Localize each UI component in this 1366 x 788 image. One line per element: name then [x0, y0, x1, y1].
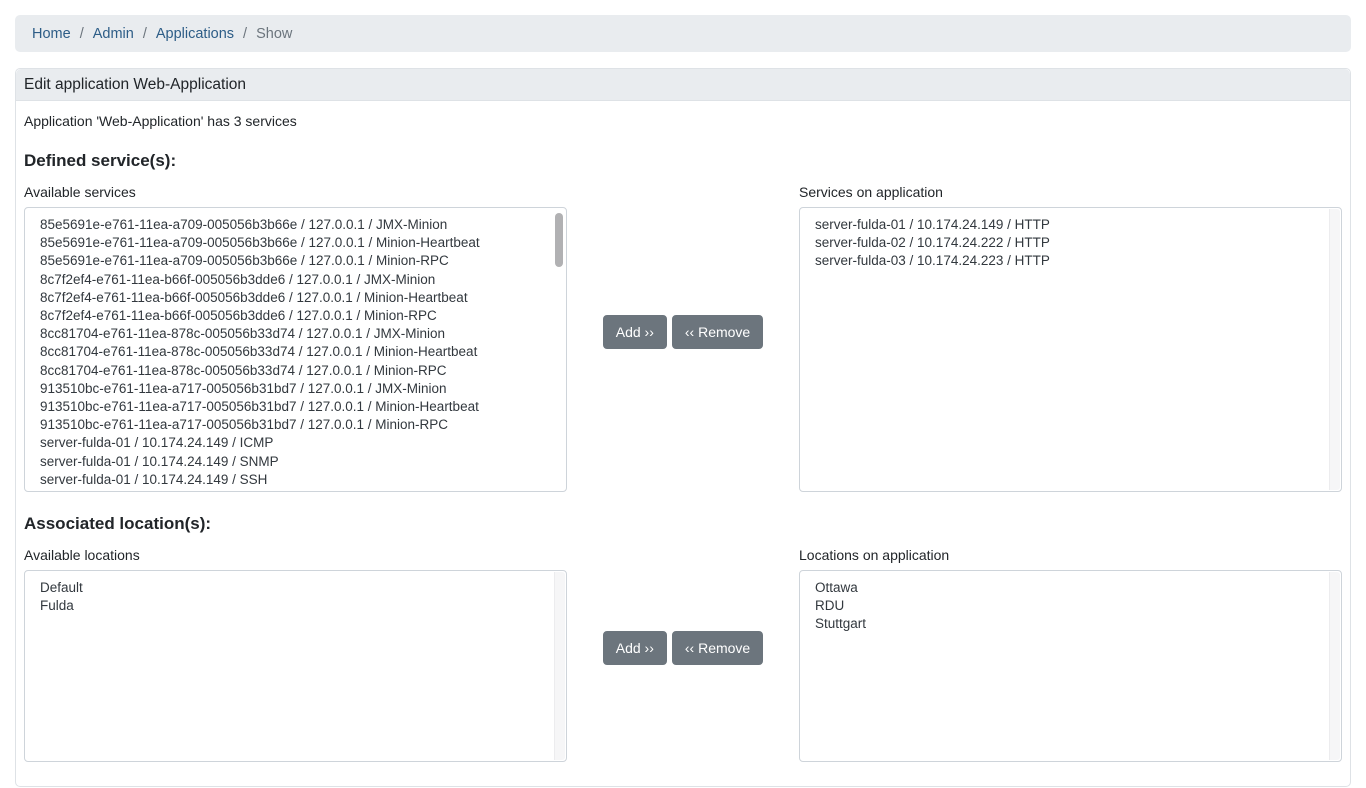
locations-on-application-label: Locations on application	[799, 547, 1342, 563]
available-locations-label: Available locations	[24, 547, 567, 563]
list-option[interactable]: Default	[40, 579, 552, 597]
list-option[interactable]: 913510bc-e761-11ea-a717-005056b31bd7 / 1…	[40, 380, 552, 398]
available-locations-column: Available locations DefaultFulda	[24, 534, 567, 762]
list-option[interactable]: 8c7f2ef4-e761-11ea-b66f-005056b3dde6 / 1…	[40, 289, 552, 307]
breadcrumb-link-applications[interactable]: Applications	[156, 26, 234, 42]
assigned-services-column: Services on application server-fulda-01 …	[799, 171, 1342, 492]
page: Home / Admin / Applications / Show Edit …	[0, 0, 1366, 787]
scrollbar-track[interactable]	[1329, 572, 1340, 760]
breadcrumb: Home / Admin / Applications / Show	[15, 15, 1351, 52]
list-option[interactable]: 913510bc-e761-11ea-a717-005056b31bd7 / 1…	[40, 416, 552, 434]
services-on-application-listbox[interactable]: server-fulda-01 / 10.174.24.149 / HTTPse…	[799, 207, 1342, 492]
list-option[interactable]: 8c7f2ef4-e761-11ea-b66f-005056b3dde6 / 1…	[40, 307, 552, 325]
services-remove-button[interactable]: ‹‹ Remove	[672, 315, 763, 349]
edit-application-panel: Edit application Web-Application Applica…	[15, 68, 1351, 787]
available-services-label: Available services	[24, 184, 567, 200]
breadcrumb-separator: /	[71, 26, 93, 42]
services-on-application-label: Services on application	[799, 184, 1342, 200]
list-option[interactable]: server-fulda-02 / 10.174.24.222 / HTTP	[815, 234, 1327, 252]
breadcrumb-link-admin[interactable]: Admin	[93, 26, 134, 42]
list-option[interactable]: 8cc81704-e761-11ea-878c-005056b33d74 / 1…	[40, 325, 552, 343]
list-option[interactable]: server-fulda-01 / 10.174.24.149 / SSH	[40, 471, 552, 489]
list-option[interactable]: server-fulda-01 / 10.174.24.149 / HTTP	[815, 216, 1327, 234]
list-option[interactable]: Ottawa	[815, 579, 1327, 597]
locations-dual-list: Available locations DefaultFulda Add ›› …	[24, 534, 1342, 762]
list-option[interactable]: server-fulda-01 / 10.174.24.149 / SNMP	[40, 453, 552, 471]
services-dual-list: Available services 85e5691e-e761-11ea-a7…	[24, 171, 1342, 492]
list-option[interactable]: 85e5691e-e761-11ea-a709-005056b3b66e / 1…	[40, 234, 552, 252]
locations-actions-column: Add ›› ‹‹ Remove	[567, 534, 799, 762]
list-option[interactable]: Fulda	[40, 597, 552, 615]
breadcrumb-separator: /	[234, 26, 256, 42]
locations-remove-button[interactable]: ‹‹ Remove	[672, 631, 763, 665]
services-actions-column: Add ›› ‹‹ Remove	[567, 171, 799, 492]
list-option[interactable]: Stuttgart	[815, 615, 1327, 633]
available-services-column: Available services 85e5691e-e761-11ea-a7…	[24, 171, 567, 492]
list-option[interactable]: 85e5691e-e761-11ea-a709-005056b3b66e / 1…	[40, 252, 552, 270]
breadcrumb-current: Show	[256, 26, 292, 42]
list-option[interactable]: 85e5691e-e761-11ea-a709-005056b3b66e / 1…	[40, 216, 552, 234]
available-services-listbox[interactable]: 85e5691e-e761-11ea-a709-005056b3b66e / 1…	[24, 207, 567, 492]
panel-body: Application 'Web-Application' has 3 serv…	[16, 101, 1350, 786]
list-option[interactable]: server-fulda-03 / 10.174.24.223 / HTTP	[815, 252, 1327, 270]
breadcrumb-separator: /	[134, 26, 156, 42]
list-option[interactable]: server-fulda-01 / 10.174.24.149 / ICMP	[40, 434, 552, 452]
list-option[interactable]: 913510bc-e761-11ea-a717-005056b31bd7 / 1…	[40, 398, 552, 416]
locations-on-application-listbox[interactable]: OttawaRDUStuttgart	[799, 570, 1342, 762]
scrollbar-track[interactable]	[554, 572, 565, 760]
application-summary: Application 'Web-Application' has 3 serv…	[24, 101, 1342, 129]
panel-title: Edit application Web-Application	[16, 69, 1350, 101]
assigned-locations-column: Locations on application OttawaRDUStuttg…	[799, 534, 1342, 762]
available-locations-listbox[interactable]: DefaultFulda	[24, 570, 567, 762]
list-option[interactable]: 8c7f2ef4-e761-11ea-b66f-005056b3dde6 / 1…	[40, 271, 552, 289]
scrollbar-thumb[interactable]	[555, 213, 563, 267]
list-option[interactable]: 8cc81704-e761-11ea-878c-005056b33d74 / 1…	[40, 362, 552, 380]
scrollbar-track[interactable]	[1329, 209, 1340, 490]
locations-section-heading: Associated location(s):	[24, 514, 1342, 534]
breadcrumb-link-home[interactable]: Home	[32, 26, 71, 42]
locations-add-button[interactable]: Add ››	[603, 631, 667, 665]
services-section-heading: Defined service(s):	[24, 151, 1342, 171]
services-add-button[interactable]: Add ››	[603, 315, 667, 349]
list-option[interactable]: RDU	[815, 597, 1327, 615]
list-option[interactable]: 8cc81704-e761-11ea-878c-005056b33d74 / 1…	[40, 343, 552, 361]
